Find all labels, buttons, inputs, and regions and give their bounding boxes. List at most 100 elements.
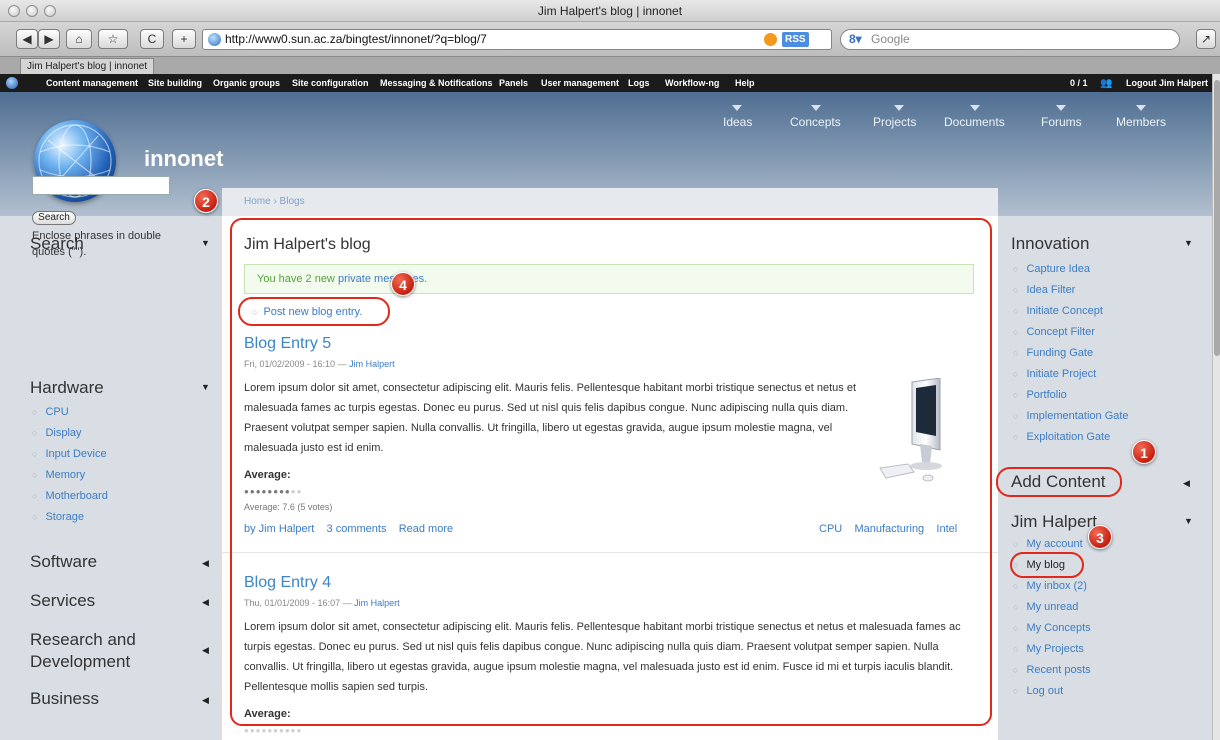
hardware-block-title: Hardware — [30, 378, 104, 397]
expand-left-icon[interactable]: ◀ — [202, 597, 209, 608]
nav-marker-icon — [1136, 105, 1146, 111]
admin-logout-link[interactable]: Logout Jim Halpert — [1126, 78, 1208, 88]
collapse-down-icon[interactable]: ▼ — [1184, 516, 1193, 526]
nav-marker-icon — [970, 105, 980, 111]
user-my-account[interactable]: ○ My account — [1013, 538, 1083, 550]
tag-cpu-link[interactable]: CPU — [819, 523, 842, 535]
user-my-concepts[interactable]: ○ My Concepts — [1013, 622, 1091, 634]
services-block-title[interactable]: Services — [30, 591, 95, 611]
window-title: Jim Halpert's blog | innonet — [537, 4, 683, 18]
hardware-item-motherboard[interactable]: ○ Motherboard — [32, 490, 108, 502]
user-my-unread[interactable]: ○ My unread — [1013, 601, 1078, 613]
innovation-initiate-project[interactable]: ○ Initiate Project — [1013, 368, 1096, 380]
business-block-title[interactable]: Business — [30, 689, 99, 709]
site-search-input[interactable] — [32, 176, 170, 195]
innovation-initiate-concept[interactable]: ○ Initiate Concept — [1013, 305, 1103, 317]
browser-search-field[interactable]: 8▾ Google — [840, 29, 1180, 50]
expand-left-icon[interactable]: ◀ — [202, 695, 209, 706]
innovation-exploitation-gate[interactable]: ○ Exploitation Gate — [1013, 431, 1110, 443]
site-search-button[interactable]: Search — [32, 211, 76, 225]
page-title: Jim Halpert's blog — [244, 236, 371, 253]
nav-projects[interactable]: Projects — [873, 115, 916, 129]
nav-members[interactable]: Members — [1116, 115, 1166, 129]
user-log-out[interactable]: ○ Log out — [1013, 685, 1063, 697]
entry-author-link[interactable]: Jim Halpert — [349, 359, 395, 369]
browser-toolbar: ◀ ▶ ⌂ ☆ C + http://www0.sun.ac.za/bingte… — [0, 22, 1220, 56]
entry-title-link[interactable]: Blog Entry 4 — [244, 574, 331, 592]
innovation-funding-gate[interactable]: ○ Funding Gate — [1013, 347, 1093, 359]
by-author-link[interactable]: by Jim Halpert — [244, 523, 314, 535]
admin-content-management[interactable]: Content management — [46, 78, 138, 88]
drupal-logo-icon[interactable] — [6, 77, 18, 89]
nav-documents[interactable]: Documents — [944, 115, 1005, 129]
innovation-block-title: Innovation — [1011, 234, 1090, 253]
rating-widget[interactable]: ●●●●●●●●●● — [244, 726, 302, 734]
annotation-badge-3: 3 — [1088, 525, 1112, 549]
feed-icon[interactable] — [764, 33, 777, 46]
collapse-down-icon[interactable]: ▼ — [201, 382, 210, 392]
rating-widget[interactable]: ●●●●●●●●●● — [244, 487, 302, 496]
comments-link[interactable]: 3 comments — [327, 523, 387, 535]
average-label: Average: — [244, 708, 291, 720]
research-block-title[interactable]: Research and Development — [30, 629, 180, 673]
read-more-link[interactable]: Read more — [399, 523, 453, 535]
admin-organic-groups[interactable]: Organic groups — [213, 78, 280, 88]
admin-panels[interactable]: Panels — [499, 78, 528, 88]
expand-left-icon[interactable]: ◀ — [1183, 478, 1190, 489]
software-block-title[interactable]: Software — [30, 552, 97, 572]
breadcrumb-bar — [222, 188, 998, 216]
user-my-inbox[interactable]: ○ My inbox (2) — [1013, 580, 1087, 592]
bookmarks-button[interactable]: ☆ — [98, 29, 128, 49]
admin-messaging[interactable]: Messaging & Notifications — [380, 78, 493, 88]
admin-logs[interactable]: Logs — [628, 78, 650, 88]
innovation-implementation-gate[interactable]: ○ Implementation Gate — [1013, 410, 1129, 422]
admin-help[interactable]: Help — [735, 78, 755, 88]
innovation-idea-filter[interactable]: ○ Idea Filter — [1013, 284, 1075, 296]
search-placeholder: Google — [871, 32, 910, 46]
hardware-item-cpu[interactable]: ○ CPU — [32, 406, 69, 418]
home-button[interactable]: ⌂ — [66, 29, 92, 49]
tag-manufacturing-link[interactable]: Manufacturing — [854, 523, 924, 535]
average-label: Average: — [244, 469, 291, 481]
breadcrumb[interactable]: Home › Blogs — [244, 196, 305, 207]
back-button[interactable]: ◀ — [16, 29, 38, 49]
site-name[interactable]: innonet — [144, 146, 223, 172]
expand-left-icon[interactable]: ◀ — [202, 558, 209, 569]
hardware-item-storage[interactable]: ○ Storage — [32, 511, 84, 523]
entry-title-link[interactable]: Blog Entry 5 — [244, 335, 331, 353]
forward-button[interactable]: ▶ — [38, 29, 60, 49]
admin-user-management[interactable]: User management — [541, 78, 619, 88]
admin-site-building[interactable]: Site building — [148, 78, 202, 88]
user-my-blog[interactable]: ○ My blog — [1013, 559, 1065, 571]
collapse-down-icon[interactable]: ▼ — [1184, 238, 1193, 248]
snapback-button[interactable]: ↗ — [1196, 29, 1216, 49]
nav-concepts[interactable]: Concepts — [790, 115, 841, 129]
nav-forums[interactable]: Forums — [1041, 115, 1082, 129]
hardware-item-memory[interactable]: ○ Memory — [32, 469, 85, 481]
scrollbar-thumb[interactable] — [1214, 80, 1220, 356]
admin-site-configuration[interactable]: Site configuration — [292, 78, 369, 88]
expand-left-icon[interactable]: ◀ — [202, 645, 209, 656]
innovation-capture-idea[interactable]: ○ Capture Idea — [1013, 263, 1090, 275]
innovation-concept-filter[interactable]: ○ Concept Filter — [1013, 326, 1095, 338]
entry-author-link[interactable]: Jim Halpert — [354, 598, 400, 608]
address-bar[interactable]: http://www0.sun.ac.za/bingtest/innonet/?… — [202, 29, 832, 50]
innovation-portfolio[interactable]: ○ Portfolio — [1013, 389, 1067, 401]
hardware-item-display[interactable]: ○ Display — [32, 427, 82, 439]
user-my-projects[interactable]: ○ My Projects — [1013, 643, 1084, 655]
page-scrollbar[interactable] — [1212, 74, 1220, 740]
collapse-down-icon[interactable]: ▼ — [201, 238, 210, 248]
nav-ideas[interactable]: Ideas — [723, 115, 752, 129]
post-new-blog-entry-link[interactable]: ○ Post new blog entry. — [252, 306, 362, 318]
hardware-item-input-device[interactable]: ○ Input Device — [32, 448, 107, 460]
user-recent-posts[interactable]: ○ Recent posts — [1013, 664, 1091, 676]
admin-workflow-ng[interactable]: Workflow-ng — [665, 78, 719, 88]
reload-button[interactable]: C — [140, 29, 164, 49]
entry-divider — [222, 552, 998, 553]
entry-links: by Jim Halpert 3 comments Read more — [244, 523, 453, 535]
tag-intel-link[interactable]: Intel — [936, 523, 957, 535]
browser-tab[interactable]: Jim Halpert's blog | innonet — [20, 58, 155, 75]
add-content-block-title[interactable]: Add Content — [1011, 472, 1106, 492]
add-bookmark-button[interactable]: + — [172, 29, 196, 49]
rss-button[interactable]: RSS — [782, 32, 809, 47]
